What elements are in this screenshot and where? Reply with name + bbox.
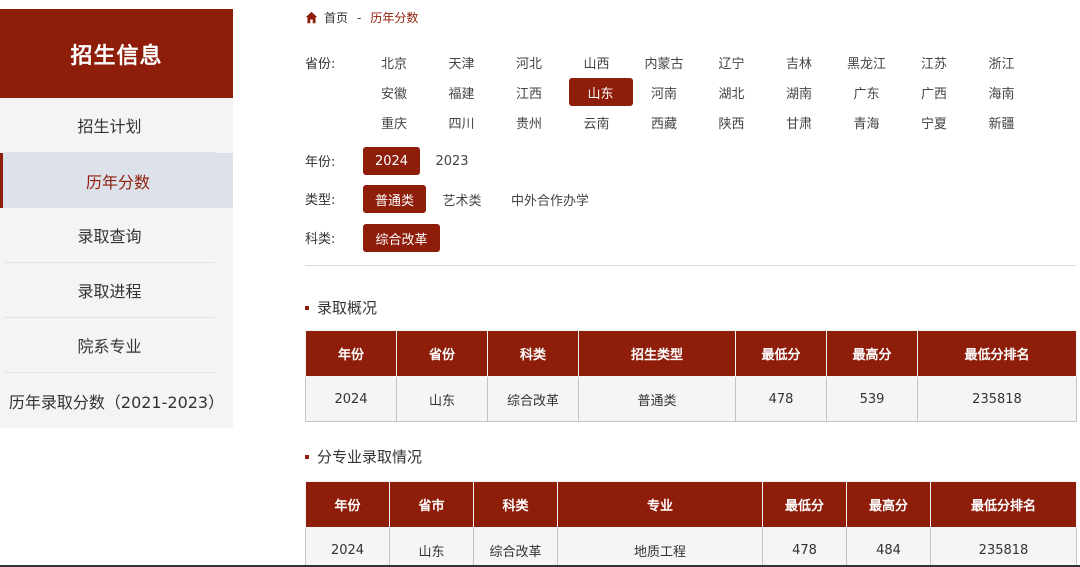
col-header-subject: 科类 [473, 481, 558, 528]
province-option[interactable]: 江西 [495, 78, 563, 106]
province-option[interactable]: 山东 [568, 78, 633, 106]
province-option[interactable]: 辽宁 [698, 48, 766, 76]
col-header-admission-type: 招生类型 [578, 330, 736, 377]
breadcrumb: 首页 - 历年分数 [305, 9, 418, 26]
province-option[interactable]: 北京 [360, 48, 428, 76]
type-option-art[interactable]: 艺术类 [434, 185, 490, 213]
province-option[interactable]: 黑龙江 [833, 48, 901, 76]
province-option[interactable]: 陕西 [698, 108, 766, 136]
overview-section-title: 录取概况 [305, 297, 377, 318]
sidebar-item-admission-query[interactable]: 录取查询 [4, 208, 215, 263]
sidebar: 招生信息 招生计划 历年分数 录取查询 录取进程 院系专业 历年录取分数（202… [0, 9, 233, 428]
col-header-max-score: 最高分 [846, 481, 931, 528]
province-option[interactable]: 天津 [428, 48, 496, 76]
province-option[interactable]: 河北 [495, 48, 563, 76]
section-bullet [305, 454, 309, 459]
subject-option-comprehensive[interactable]: 综合改革 [363, 224, 440, 252]
cell-min-rank: 235818 [930, 527, 1077, 567]
year-label: 年份: [305, 155, 336, 170]
cell-city: 山东 [389, 527, 474, 567]
sidebar-item-scores[interactable]: 历年分数 [0, 153, 233, 208]
sidebar-title: 招生信息 [0, 9, 233, 98]
overview-header-row: 年份 省份 科类 招生类型 最低分 最高分 最低分排名 [305, 330, 1077, 377]
table-row: 2024 山东 综合改革 地质工程 478 484 235818 [305, 527, 1077, 567]
cell-min-score: 478 [735, 376, 827, 422]
cell-province: 山东 [396, 376, 488, 422]
province-option[interactable]: 江苏 [900, 48, 968, 76]
col-header-city: 省市 [389, 481, 474, 528]
col-header-max-score: 最高分 [826, 330, 918, 377]
col-header-min-rank: 最低分排名 [917, 330, 1077, 377]
province-option[interactable]: 广东 [833, 78, 901, 106]
breadcrumb-separator: - [357, 10, 362, 25]
cell-year: 2024 [305, 376, 397, 422]
province-option[interactable]: 福建 [428, 78, 496, 106]
province-option[interactable]: 贵州 [495, 108, 563, 136]
major-section-title: 分专业录取情况 [305, 446, 422, 467]
cell-major: 地质工程 [557, 527, 763, 567]
cell-year: 2024 [305, 527, 390, 567]
col-header-min-score: 最低分 [762, 481, 847, 528]
sidebar-list: 招生计划 历年分数 录取查询 录取进程 院系专业 历年录取分数（2021-202… [0, 98, 233, 428]
province-option[interactable]: 重庆 [360, 108, 428, 136]
sidebar-item-departments[interactable]: 院系专业 [4, 318, 215, 373]
breadcrumb-current: 历年分数 [370, 11, 419, 25]
province-option[interactable]: 甘肃 [765, 108, 833, 136]
sidebar-item-historic-scores[interactable]: 历年录取分数（2021-2023） [0, 373, 233, 428]
col-header-subject: 科类 [487, 330, 579, 377]
cell-max-score: 484 [846, 527, 931, 567]
province-option[interactable]: 浙江 [968, 48, 1036, 76]
cell-subject: 综合改革 [487, 376, 579, 422]
sidebar-item-admission-progress[interactable]: 录取进程 [4, 263, 215, 318]
cell-min-score: 478 [762, 527, 847, 567]
col-header-year: 年份 [305, 330, 397, 377]
province-option[interactable]: 广西 [900, 78, 968, 106]
province-option[interactable]: 内蒙古 [630, 48, 698, 76]
province-option[interactable]: 山西 [563, 48, 631, 76]
year-option-2024[interactable]: 2024 [363, 147, 420, 175]
divider [305, 265, 1076, 266]
province-option[interactable]: 新疆 [968, 108, 1036, 136]
major-header-row: 年份 省市 科类 专业 最低分 最高分 最低分排名 [305, 481, 1077, 528]
sidebar-item-plan[interactable]: 招生计划 [4, 98, 215, 153]
overview-title-text: 录取概况 [317, 299, 378, 317]
table-row: 2024 山东 综合改革 普通类 478 539 235818 [305, 376, 1077, 422]
col-header-major: 专业 [557, 481, 763, 528]
province-option[interactable]: 西藏 [630, 108, 698, 136]
province-option[interactable]: 宁夏 [900, 108, 968, 136]
cell-min-rank: 235818 [917, 376, 1077, 422]
cell-subject: 综合改革 [473, 527, 558, 567]
cell-admission-type: 普通类 [578, 376, 736, 422]
province-option[interactable]: 海南 [968, 78, 1036, 106]
province-option[interactable]: 四川 [428, 108, 496, 136]
province-option[interactable]: 河南 [630, 78, 698, 106]
province-option[interactable]: 云南 [563, 108, 631, 136]
col-header-min-rank: 最低分排名 [930, 481, 1077, 528]
col-header-min-score: 最低分 [735, 330, 827, 377]
province-option[interactable]: 湖南 [765, 78, 833, 106]
province-option[interactable]: 湖北 [698, 78, 766, 106]
overview-table: 年份 省份 科类 招生类型 最低分 最高分 最低分排名 2024 山东 综合改革… [305, 330, 1077, 422]
province-option[interactable]: 吉林 [765, 48, 833, 76]
section-bullet [305, 305, 309, 310]
province-option[interactable]: 青海 [833, 108, 901, 136]
breadcrumb-home[interactable]: 首页 [324, 9, 348, 26]
cell-max-score: 539 [826, 376, 918, 422]
col-header-year: 年份 [305, 481, 390, 528]
year-option-2023[interactable]: 2023 [428, 147, 476, 175]
subject-label: 科类: [305, 232, 336, 247]
major-title-text: 分专业录取情况 [317, 448, 423, 466]
type-option-joint[interactable]: 中外合作办学 [502, 185, 598, 213]
province-option[interactable]: 安徽 [360, 78, 428, 106]
type-option-regular[interactable]: 普通类 [363, 185, 426, 213]
province-label: 省份: [305, 57, 336, 72]
col-header-province: 省份 [396, 330, 488, 377]
type-label: 类型: [305, 193, 336, 208]
major-table: 年份 省市 科类 专业 最低分 最高分 最低分排名 2024 山东 综合改革 地… [305, 481, 1077, 567]
home-icon [305, 11, 318, 24]
